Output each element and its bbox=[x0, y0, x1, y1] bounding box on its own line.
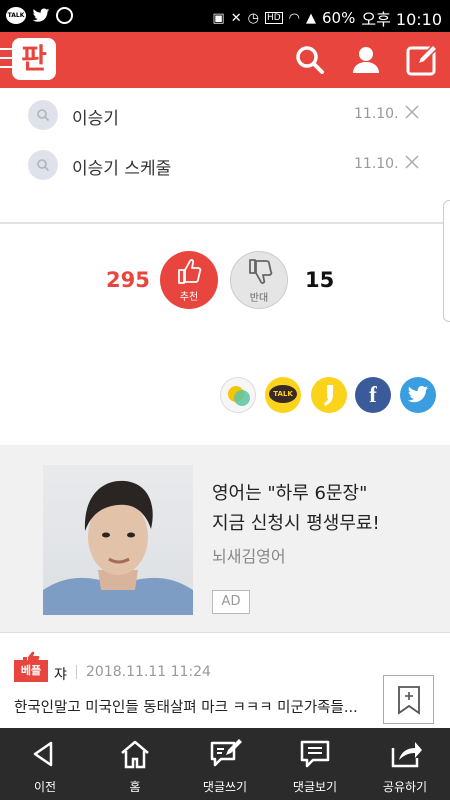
ad-headline-line2[interactable]: 지금 신청시 평생무료! bbox=[212, 509, 380, 535]
user-button[interactable] bbox=[348, 42, 384, 78]
downvote-label: 반대 bbox=[249, 293, 269, 304]
share-icon bbox=[391, 742, 422, 768]
nav-view-comments[interactable]: 댓글보기 bbox=[270, 728, 360, 800]
close-icon bbox=[405, 105, 419, 119]
search-history-item[interactable]: 이승기 스케줄 11.10. bbox=[0, 142, 450, 190]
nav-label: 홈 bbox=[129, 780, 141, 794]
nav-label: 댓글쓰기 bbox=[202, 780, 248, 794]
divider bbox=[0, 632, 450, 633]
nav-share[interactable]: 공유하기 bbox=[360, 728, 450, 800]
signal-icon: ▲ bbox=[306, 10, 317, 26]
kakaostory-icon bbox=[228, 386, 250, 406]
menu-icon[interactable] bbox=[0, 48, 12, 68]
search-history-term[interactable]: 이승기 스케줄 bbox=[72, 154, 171, 179]
pann-logo[interactable]: 판 bbox=[12, 38, 56, 80]
battery-level: 60% bbox=[322, 9, 356, 27]
hd-icon: HD bbox=[264, 12, 283, 24]
mute-icon: ✕ bbox=[230, 10, 242, 26]
comment-text[interactable]: 한국인말고 미국인들 동태살펴 마크 ㅋㅋㅋ 미군가족들... bbox=[14, 696, 364, 717]
nav-label: 공유하기 bbox=[382, 780, 428, 794]
messenger-notification-icon bbox=[56, 7, 73, 24]
comment-author[interactable]: 쟈 bbox=[54, 664, 67, 684]
nav-label: 댓글보기 bbox=[292, 780, 338, 794]
home-icon bbox=[121, 740, 149, 769]
separator bbox=[76, 665, 77, 679]
downvote-button[interactable]: 반대 bbox=[230, 251, 288, 309]
notification-icons: TALK bbox=[6, 7, 73, 24]
clock: 오후 10:10 bbox=[361, 10, 442, 29]
search-history-date: 11.10. bbox=[354, 106, 399, 122]
kakaotalk-share-button[interactable]: TALK bbox=[265, 377, 301, 413]
ad-headline-line1[interactable]: 영어는 "하루 6문장" bbox=[212, 479, 367, 505]
nav-back[interactable]: 이전 bbox=[0, 728, 90, 800]
search-button[interactable] bbox=[292, 42, 328, 78]
facebook-share-button[interactable]: f bbox=[355, 377, 391, 413]
back-icon bbox=[33, 741, 53, 767]
ad-brand: 뇌새김영어 bbox=[212, 547, 286, 566]
bookmark-add-icon bbox=[398, 686, 420, 715]
wifi-icon: ◠ bbox=[288, 10, 301, 26]
upvote-label: 추천 bbox=[179, 292, 199, 303]
search-history-date: 11.10. bbox=[354, 156, 399, 172]
twitter-icon bbox=[407, 386, 429, 403]
image-icon: ▣ bbox=[212, 10, 225, 26]
thumbs-up-icon bbox=[178, 259, 202, 284]
remove-history-button[interactable] bbox=[402, 102, 422, 122]
nav-write-comment[interactable]: 댓글쓰기 bbox=[180, 728, 270, 800]
upvote-button[interactable]: 추천 bbox=[160, 251, 218, 309]
write-icon bbox=[406, 43, 439, 76]
ad-badge: AD bbox=[212, 590, 250, 614]
twitter-notification-icon bbox=[32, 8, 50, 22]
close-icon bbox=[405, 155, 419, 169]
kakaostory-share-button[interactable] bbox=[220, 377, 256, 413]
comment-time: 2018.11.11 11:24 bbox=[86, 664, 211, 680]
nav-home[interactable]: 홈 bbox=[90, 728, 180, 800]
app-header: 판 bbox=[0, 32, 450, 88]
side-scroll-handle[interactable] bbox=[443, 200, 450, 322]
write-button[interactable] bbox=[404, 42, 440, 78]
upvote-count: 295 bbox=[106, 268, 150, 292]
search-history-item[interactable]: 이승기 11.10. bbox=[0, 92, 450, 140]
downvote-count: 15 bbox=[305, 268, 335, 292]
kakao-channel-share-button[interactable] bbox=[311, 377, 347, 413]
view-comments-icon bbox=[300, 740, 330, 768]
user-icon bbox=[353, 47, 379, 73]
search-history-term[interactable]: 이승기 bbox=[72, 104, 119, 129]
search-icon bbox=[296, 46, 324, 74]
kakaotalk-icon: TALK bbox=[269, 385, 297, 403]
kakao-channel-icon bbox=[324, 385, 333, 406]
ad-banner[interactable]: 영어는 "하루 6문장" 지금 신청시 평생무료! 뇌새김영어 AD bbox=[0, 445, 450, 632]
write-comment-icon bbox=[210, 739, 242, 767]
divider bbox=[0, 222, 450, 224]
best-comment-badge: 베플 bbox=[14, 651, 48, 683]
search-icon bbox=[28, 100, 58, 130]
twitter-share-button[interactable] bbox=[400, 377, 436, 413]
search-icon bbox=[28, 150, 58, 180]
status-bar: TALK ▣ ✕ ◷ HD ◠ ▲ 60% 오후 10:10 bbox=[0, 0, 450, 32]
remove-history-button[interactable] bbox=[402, 152, 422, 172]
best-comment-tag: 베플 bbox=[14, 660, 48, 682]
ad-image[interactable] bbox=[43, 465, 193, 615]
alarm-icon: ◷ bbox=[247, 10, 259, 26]
kakaotalk-notification-icon: TALK bbox=[6, 7, 26, 24]
thumbs-down-icon bbox=[249, 259, 273, 284]
bookmark-button[interactable] bbox=[383, 675, 434, 724]
facebook-icon: f bbox=[369, 382, 377, 407]
system-status: ▣ ✕ ◷ HD ◠ ▲ 60% 오후 10:10 bbox=[212, 6, 442, 30]
bottom-nav: 이전 홈 댓글쓰기 댓글보기 공유하기 bbox=[0, 728, 450, 800]
nav-label: 이전 bbox=[33, 780, 57, 794]
